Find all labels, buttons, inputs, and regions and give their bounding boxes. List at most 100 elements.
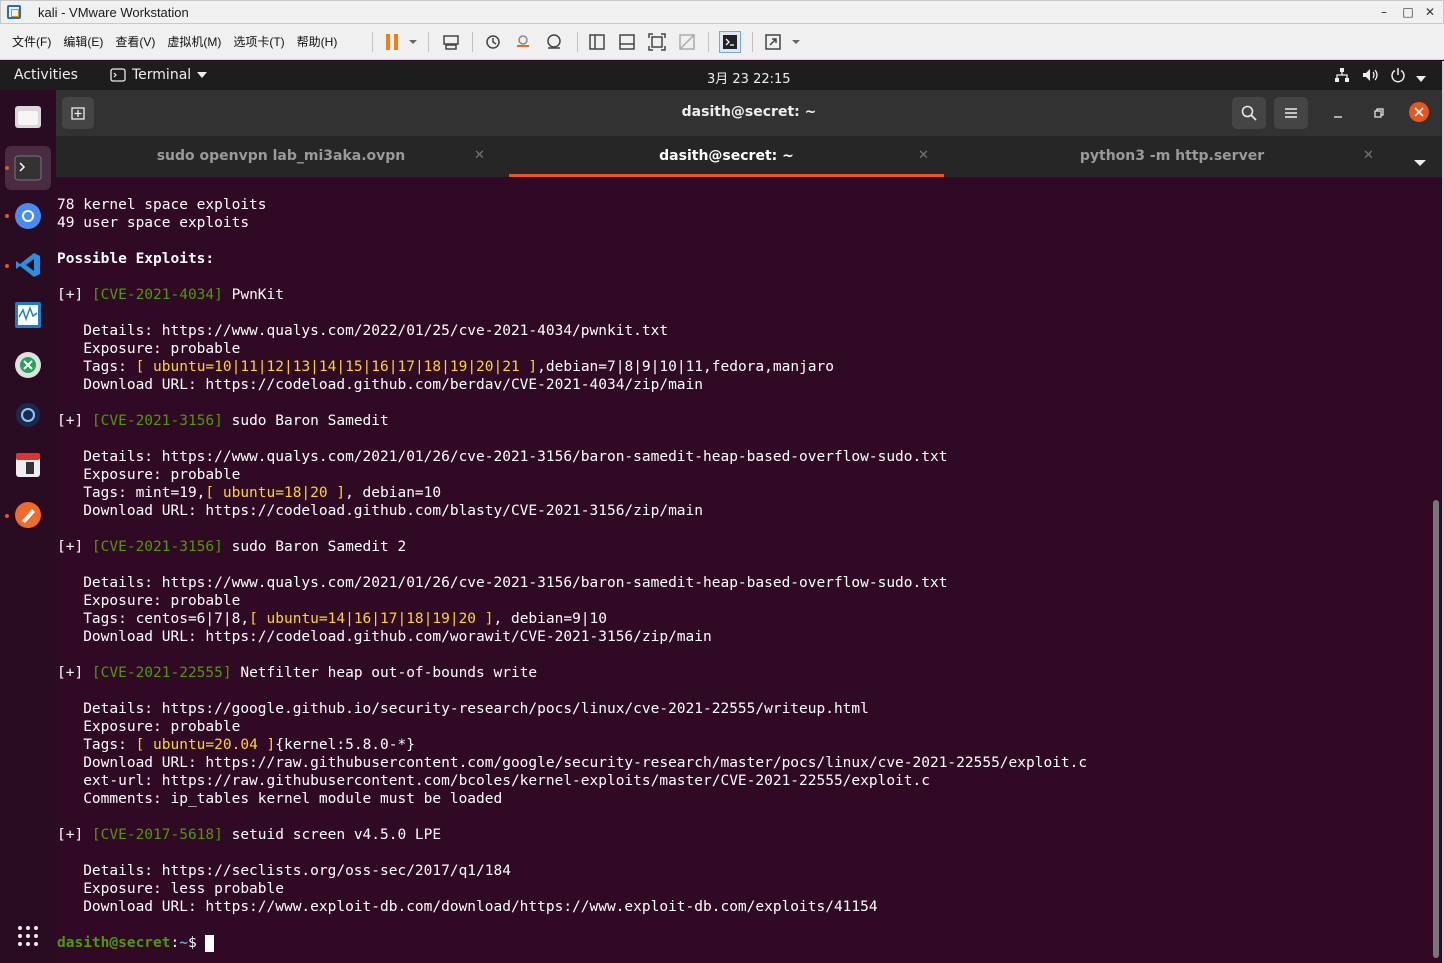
terminal-dock-icon[interactable] [5,146,51,190]
close-icon[interactable] [1409,102,1429,122]
menu-tabs[interactable]: 选项卡(T) [233,33,284,50]
clock[interactable]: 3月 23 22:15 [707,68,791,87]
search-button[interactable] [1232,97,1266,129]
thumbnail-bar-icon[interactable] [617,32,637,52]
chevron-down-icon[interactable] [403,32,423,52]
prompt-user: dasith@secret [57,935,171,951]
system-monitor-icon[interactable] [12,299,44,331]
tag-highlight: [ ubuntu=18|20 ] [205,485,346,501]
terminal-line: Exposure: probable [57,466,1442,484]
vmware-logo-icon [7,5,21,19]
vscode-icon[interactable] [12,249,44,281]
terminal-line: Comments: ip_tables kernel module must b… [57,790,1442,808]
terminal-line: Exposure: probable [57,718,1442,736]
shell-prompt[interactable]: dasith@secret:~$ [57,934,1442,952]
stretch-guest-icon[interactable] [763,32,783,52]
minimize-icon[interactable] [1332,104,1344,123]
network-icon[interactable] [1334,67,1350,87]
line-text: ,debian=7|8|9|10|11,fedora,manjaro [537,359,834,375]
line-text: Details: https://www.qualys.com/2022/01/… [57,323,669,339]
hamburger-menu-button[interactable] [1274,97,1308,129]
line-text: , debian=9|10 [493,611,608,627]
scrollbar[interactable] [1433,500,1439,958]
close-button[interactable]: ✕ [1417,1,1443,23]
app-menu[interactable]: Terminal [110,67,208,83]
terminal-line: Download URL: https://raw.githubusercont… [57,754,1442,772]
prompt-symbol: $ [187,935,206,951]
chromium-icon[interactable] [12,200,44,232]
terminal-line: Tags: [ ubuntu=10|11|12|13|14|15|16|17|1… [57,358,1442,376]
chevron-down-icon[interactable] [1416,71,1426,87]
menu-file[interactable]: 文件(F) [12,33,51,50]
line-text: Tags: [57,359,136,375]
app-icon[interactable] [12,499,44,531]
chevron-down-icon[interactable] [786,32,806,52]
restore-icon[interactable] [1372,104,1384,123]
window-title: kali - VMware Workstation [38,4,189,20]
minimize-button[interactable]: – [1371,1,1397,23]
line-text: Exposure: probable [57,593,241,609]
line-text: Download URL: https://codeload.github.co… [57,629,712,645]
snapshot-icon[interactable] [483,32,503,52]
line-text: [+] [57,539,92,555]
line-text: Netfilter heap out-of-bounds write [231,665,538,681]
close-icon[interactable]: ✕ [1363,136,1374,176]
app-icon[interactable] [12,449,44,481]
menu-edit[interactable]: 编辑(E) [63,33,103,50]
menu-help[interactable]: 帮助(H) [297,33,338,50]
terminal-lines: 78 kernel space exploits 49 user space ex… [57,196,1442,934]
send-keys-icon[interactable] [441,32,461,52]
terminal-line: Exposure: probable [57,340,1442,358]
menu-view[interactable]: 查看(V) [115,33,155,50]
terminal-line: Details: https://seclists.org/oss-sec/20… [57,862,1442,880]
terminal-line: 49 user space exploits [57,214,1442,232]
line-text: Download URL: https://codeload.github.co… [57,503,704,519]
power-icon[interactable] [1390,67,1406,87]
console-view-icon[interactable] [719,31,741,53]
app-icon[interactable] [12,399,44,431]
files-icon[interactable] [12,100,44,132]
volume-icon[interactable] [1362,67,1380,87]
tab-http-server[interactable]: python3 -m http.server ✕ [947,136,1397,177]
snapshot-manager-icon[interactable] [544,32,564,52]
line-text: [+] [57,665,92,681]
tab-shell[interactable]: dasith@secret: ~ ✕ [509,136,944,177]
show-library-icon[interactable] [587,32,607,52]
terminal-line: Tags: [ ubuntu=20.04 ]{kernel:5.8.0-*} [57,736,1442,754]
terminal-line: Possible Exploits: [57,250,1442,268]
terminal-line: 78 kernel space exploits [57,196,1442,214]
terminal-line: ext-url: https://raw.githubusercontent.c… [57,772,1442,790]
menu-vm[interactable]: 虚拟机(M) [167,33,221,50]
line-text: Tags: mint=19, [57,485,206,501]
terminal-headerbar: dasith@secret: ~ [56,90,1442,136]
pause-icon[interactable] [382,32,402,52]
revert-snapshot-icon[interactable] [513,32,533,52]
tab-openvpn[interactable]: sudo openvpn lab_mi3aka.ovpn ✕ [56,136,506,177]
terminal-line: Tags: mint=19,[ ubuntu=18|20 ], debian=1… [57,484,1442,502]
line-text: Download URL: https://codeload.github.co… [57,377,704,393]
terminal-line: Details: https://www.qualys.com/2021/01/… [57,574,1442,592]
show-apps-icon[interactable] [12,920,44,952]
app-icon[interactable] [12,349,44,381]
tabs-overflow-chevron-icon[interactable] [1414,152,1426,171]
close-icon[interactable]: ✕ [918,136,929,176]
line-text: sudo Baron Samedit [222,413,389,429]
terminal-output[interactable]: 78 kernel space exploits 49 user space ex… [56,177,1442,963]
tag-highlight: [ ubuntu=20.04 ] [135,737,276,753]
cve-id: [CVE-2021-22555] [91,665,232,681]
line-text: Download URL: https://www.exploit-db.com… [57,899,878,915]
terminal-line: Exposure: probable [57,592,1442,610]
line-text: Details: https://google.github.io/securi… [57,701,869,717]
terminal-line: Download URL: https://codeload.github.co… [57,502,1442,520]
terminal-line: Download URL: https://codeload.github.co… [57,376,1442,394]
close-icon[interactable]: ✕ [474,136,485,176]
unity-mode-icon[interactable] [677,32,697,52]
terminal-line: [+] [CVE-2021-22555] Netfilter heap out-… [57,664,1442,682]
full-screen-icon[interactable] [647,32,667,52]
activities-button[interactable]: Activities [14,67,78,83]
